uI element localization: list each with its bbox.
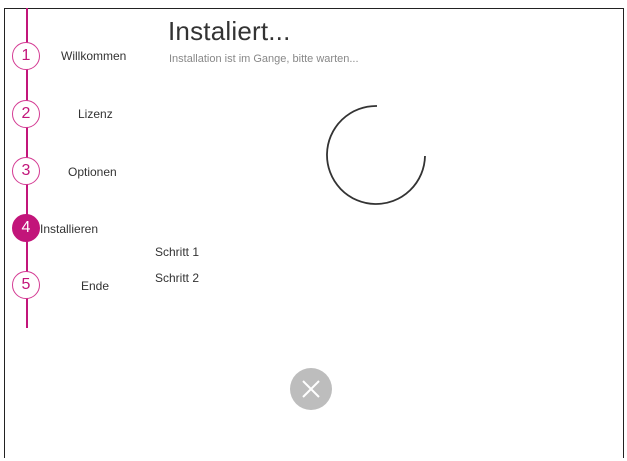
loading-spinner-icon: [323, 104, 433, 219]
page-title: Instaliert...: [168, 16, 291, 46]
close-icon: [302, 380, 320, 398]
step-1-circle: 1: [12, 42, 40, 70]
step-3-label: Optionen: [68, 165, 117, 179]
page-subtitle: Installation ist im Gange, bitte warten.…: [169, 53, 359, 65]
cancel-button[interactable]: [290, 368, 332, 410]
substep-1: Schritt 1: [155, 245, 200, 259]
step-1-label: Willkommen: [61, 49, 127, 63]
step-5-label: Ende: [81, 279, 110, 293]
step-2-circle: 2: [12, 100, 40, 128]
step-2-label: Lizenz: [78, 107, 113, 121]
step-3-circle: 3: [12, 157, 40, 185]
step-5-circle: 5: [12, 271, 40, 299]
step-4-circle: 4: [12, 214, 40, 242]
substep-2: Schritt 2: [155, 271, 200, 285]
step-4-label: Installieren: [40, 222, 99, 236]
